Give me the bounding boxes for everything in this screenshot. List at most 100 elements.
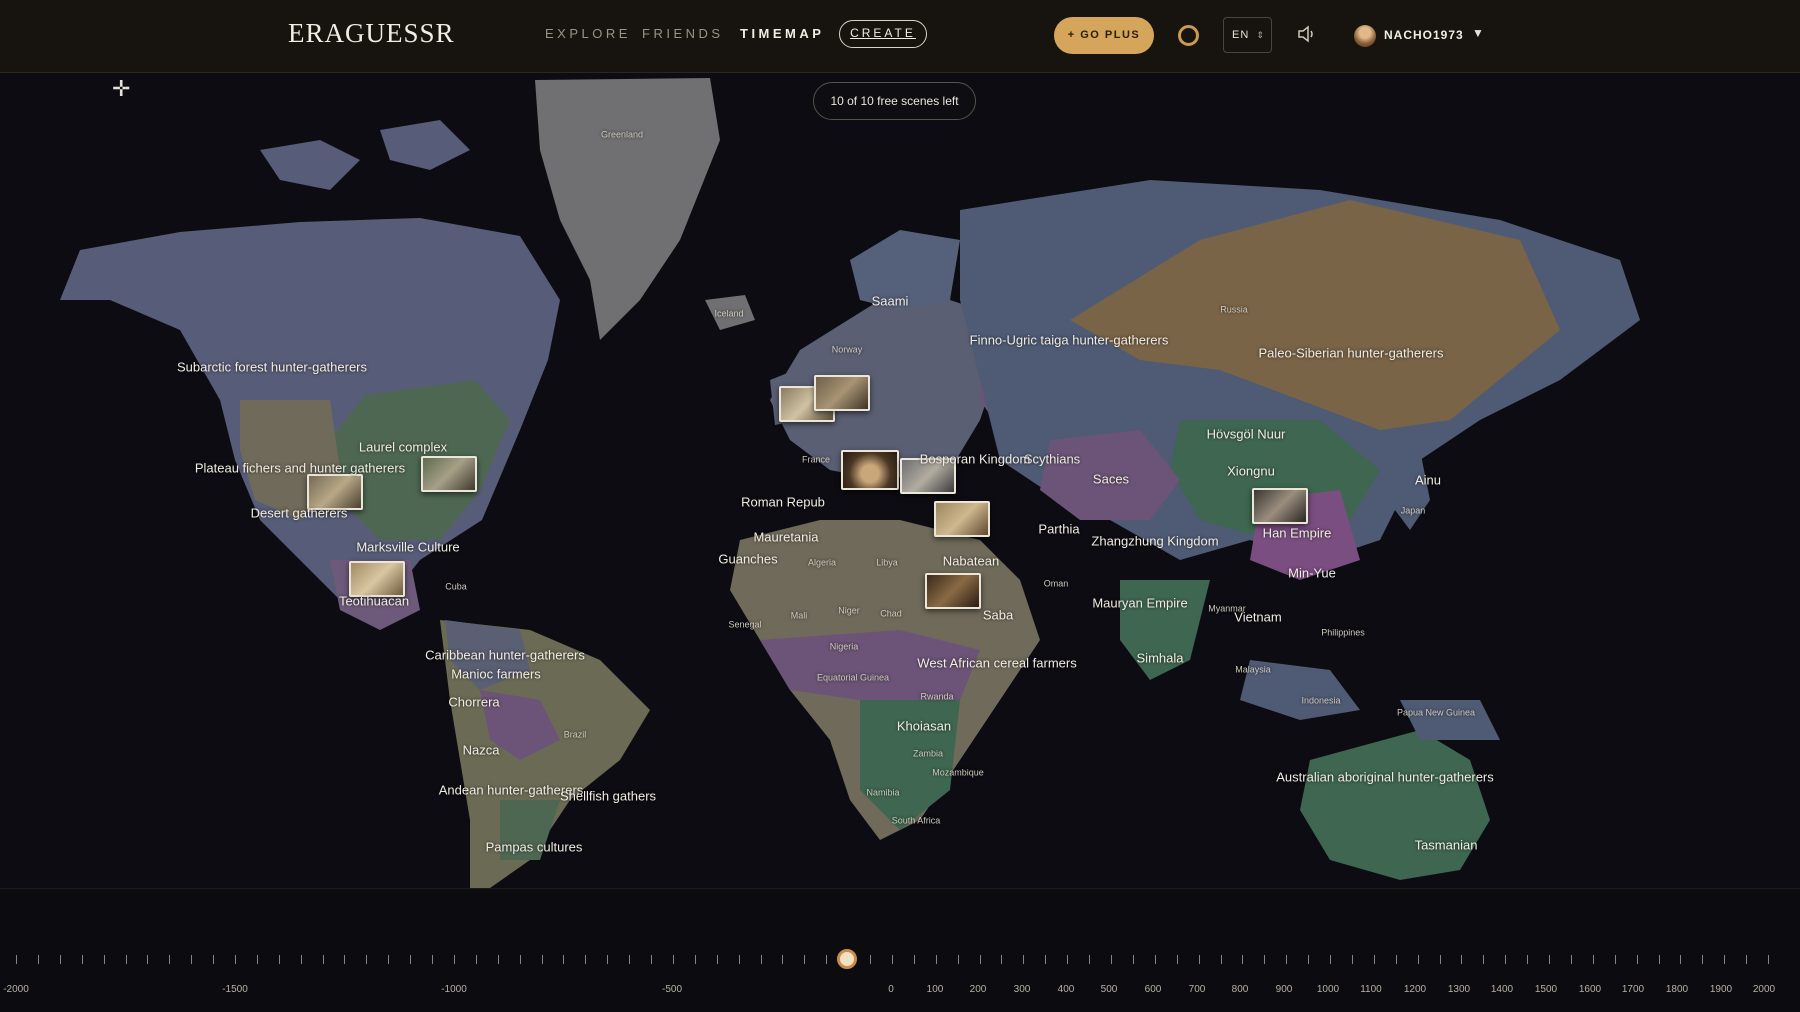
scene-thumbnail[interactable] bbox=[925, 573, 981, 609]
crosshair-icon[interactable]: ✛ bbox=[112, 78, 130, 100]
timeline-tick bbox=[1483, 955, 1484, 964]
timeline-tick bbox=[1374, 955, 1375, 964]
scene-thumbnail[interactable] bbox=[1252, 488, 1308, 524]
timeline-tick bbox=[191, 955, 192, 964]
username[interactable]: NACHO1973 bbox=[1384, 28, 1464, 42]
timeline-tick bbox=[38, 955, 39, 964]
timeline-tick bbox=[60, 955, 61, 964]
scene-thumbnail[interactable] bbox=[814, 375, 870, 411]
timeline-tick bbox=[1242, 955, 1243, 964]
timeline-tick bbox=[147, 955, 148, 964]
timeline-label: 1000 bbox=[1316, 984, 1340, 995]
timeline-tick bbox=[1571, 955, 1572, 964]
timeline-tick bbox=[366, 955, 367, 964]
timeline-tick bbox=[1308, 955, 1309, 964]
timeline-tick bbox=[82, 955, 83, 964]
timeline-tick bbox=[629, 955, 630, 964]
nav-friends[interactable]: FRIENDS bbox=[642, 26, 724, 41]
timeline-tick bbox=[673, 955, 674, 964]
timeline-tick bbox=[607, 955, 608, 964]
timeline-tick bbox=[761, 955, 762, 964]
timeline-tick bbox=[1505, 955, 1506, 964]
world-map[interactable]: Subarctic forest hunter-gatherers Platea… bbox=[0, 73, 1800, 888]
scene-thumbnail[interactable] bbox=[349, 561, 405, 597]
scene-thumbnail[interactable] bbox=[900, 458, 956, 494]
timeline-tick bbox=[235, 955, 236, 964]
timeline-label: 700 bbox=[1188, 984, 1206, 995]
chevron-down-icon[interactable]: ▼ bbox=[1472, 26, 1484, 40]
timeline-tick bbox=[1286, 955, 1287, 964]
timeline-tick bbox=[520, 955, 521, 964]
timeline-slider[interactable]: -2000 -1500 -1000 -500 0 100 200 300 400… bbox=[0, 888, 1800, 1012]
timeline-tick bbox=[914, 955, 915, 964]
timeline-handle[interactable] bbox=[837, 949, 857, 969]
timeline-label: 1300 bbox=[1447, 984, 1471, 995]
timeline-tick bbox=[1177, 955, 1178, 964]
timeline-tick bbox=[1023, 955, 1024, 964]
timeline-label: 0 bbox=[888, 984, 894, 995]
timeline-label: 1900 bbox=[1709, 984, 1733, 995]
timeline-tick bbox=[1746, 955, 1747, 964]
timeline-tick bbox=[1527, 955, 1528, 964]
timeline-label: 1200 bbox=[1403, 984, 1427, 995]
timeline-tick bbox=[1199, 955, 1200, 964]
scene-thumbnail[interactable] bbox=[934, 501, 990, 537]
timeline-tick bbox=[1067, 955, 1068, 964]
scene-thumbnail[interactable] bbox=[307, 474, 363, 510]
timeline-label: 1700 bbox=[1621, 984, 1645, 995]
timeline-label: 2000 bbox=[1752, 984, 1776, 995]
timeline-tick bbox=[1264, 955, 1265, 964]
timeline-label: -1500 bbox=[222, 984, 248, 995]
timeline-label: 1100 bbox=[1360, 984, 1382, 995]
timeline-label: 1800 bbox=[1665, 984, 1689, 995]
ring-icon[interactable] bbox=[1178, 25, 1199, 46]
timeline-tick bbox=[1615, 955, 1616, 964]
top-navigation-bar: ERAGUESSR EXPLORE FRIENDS TIMEMAP CREATE… bbox=[0, 0, 1800, 73]
create-button[interactable]: CREATE bbox=[839, 20, 927, 48]
timeline-tick bbox=[651, 955, 652, 964]
app-logo[interactable]: ERAGUESSR bbox=[288, 18, 455, 49]
timeline-tick bbox=[782, 955, 783, 964]
timeline-label: 100 bbox=[926, 984, 944, 995]
timeline-label: 400 bbox=[1057, 984, 1075, 995]
nav-explore[interactable]: EXPLORE bbox=[545, 26, 631, 41]
timeline-tick bbox=[958, 955, 959, 964]
timeline-tick bbox=[1637, 955, 1638, 964]
timeline-tick bbox=[454, 955, 455, 964]
timeline-tick bbox=[498, 955, 499, 964]
timeline-label: 1500 bbox=[1534, 984, 1558, 995]
speaker-icon[interactable] bbox=[1296, 23, 1318, 45]
timeline-tick bbox=[1352, 955, 1353, 964]
timeline-tick bbox=[1768, 955, 1769, 964]
timeline-tick bbox=[826, 955, 827, 964]
timeline-tick bbox=[980, 955, 981, 964]
timeline-tick bbox=[323, 955, 324, 964]
timeline-tick bbox=[1549, 955, 1550, 964]
timeline-tick bbox=[16, 955, 17, 964]
timeline-tick bbox=[1461, 955, 1462, 964]
scene-thumbnail[interactable] bbox=[421, 456, 477, 492]
timeline-tick bbox=[563, 955, 564, 964]
nav-timemap[interactable]: TIMEMAP bbox=[740, 26, 824, 41]
timeline-label: 300 bbox=[1013, 984, 1031, 995]
avatar[interactable] bbox=[1354, 25, 1376, 47]
scene-thumbnail[interactable] bbox=[841, 450, 899, 490]
language-select[interactable]: EN ⇕ bbox=[1223, 17, 1272, 53]
timeline-tick bbox=[301, 955, 302, 964]
timeline-tick bbox=[936, 955, 937, 964]
timeline-tick bbox=[388, 955, 389, 964]
timeline-tick bbox=[1045, 955, 1046, 964]
timeline-tick bbox=[1659, 955, 1660, 964]
timeline-tick bbox=[1593, 955, 1594, 964]
timeline-tick bbox=[126, 955, 127, 964]
timeline-tick bbox=[739, 955, 740, 964]
timeline-label: -1000 bbox=[441, 984, 467, 995]
timeline-tick bbox=[1133, 955, 1134, 964]
timeline-tick bbox=[257, 955, 258, 964]
timeline-tick bbox=[432, 955, 433, 964]
timeline-tick bbox=[1702, 955, 1703, 964]
timeline-tick bbox=[804, 955, 805, 964]
timeline-tick bbox=[213, 955, 214, 964]
go-plus-button[interactable]: + GO PLUS bbox=[1054, 17, 1154, 54]
timeline-tick bbox=[104, 955, 105, 964]
